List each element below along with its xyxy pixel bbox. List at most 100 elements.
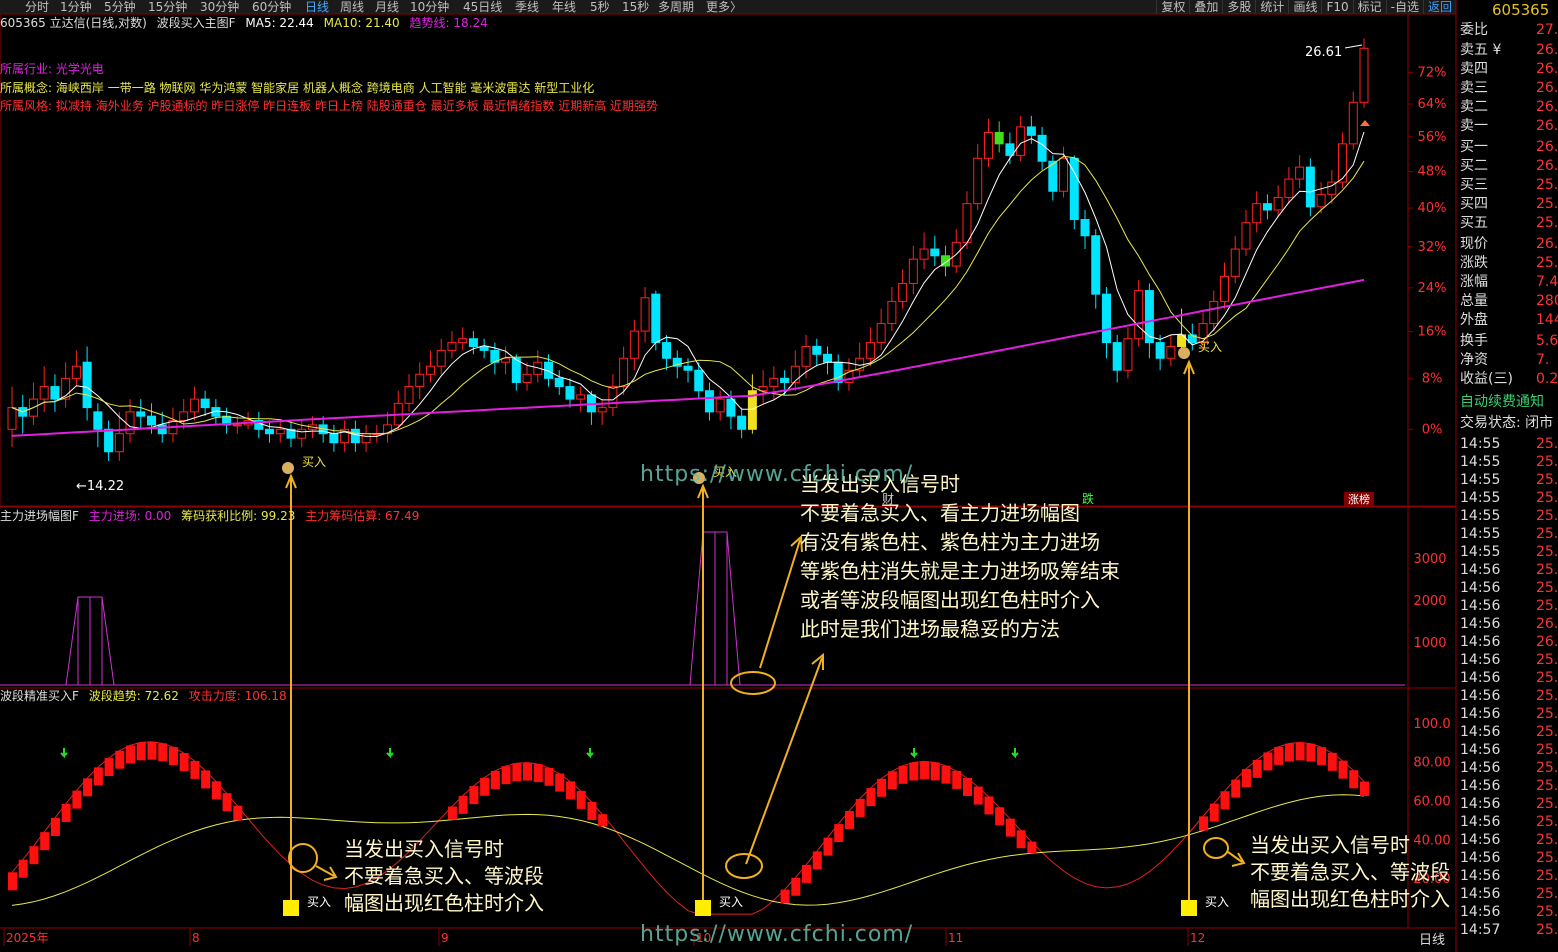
candle-body	[1080, 219, 1090, 237]
quote-value: 25.	[1536, 562, 1558, 578]
band-red-bar	[866, 788, 876, 807]
sell-arrow-icon	[1011, 748, 1019, 759]
quote-value: 1448	[1536, 312, 1558, 328]
band-red-bar	[909, 762, 919, 781]
candle-body	[522, 373, 532, 383]
vol-header: 主力进场幅图F 主力进场: 0.00 筹码获利比例: 99.23 主力筹码估算:…	[0, 509, 425, 524]
x-axis-label: 2025年	[6, 931, 49, 945]
price-axis-label: 40%	[1418, 201, 1447, 216]
band-red-bar	[126, 745, 136, 764]
band-red-bar	[855, 798, 865, 817]
quote-row: 14:56 25.	[1460, 867, 1558, 886]
candle-body	[1123, 338, 1133, 371]
quote-value: 25.	[1536, 922, 1558, 938]
quote-value: 26.	[1536, 61, 1558, 77]
buy-square-icon	[695, 900, 711, 916]
badge-zt: 涨榜	[1348, 492, 1370, 506]
band-indicator-name[interactable]: 波段精准买入F	[0, 689, 79, 703]
candle-body	[415, 373, 425, 388]
band-red-bar	[179, 753, 189, 772]
band-red-bar	[941, 765, 951, 784]
buy-coin-icon	[1178, 347, 1190, 359]
quote-value: 25.	[1536, 814, 1558, 830]
candle-body	[1359, 47, 1369, 103]
quote-row: 14:56 25.	[1460, 651, 1558, 670]
quote-row: 换手 5.60	[1460, 332, 1558, 351]
quote-key: 买三	[1460, 177, 1488, 193]
quote-key: 14:56	[1460, 670, 1501, 686]
quote-value: 25.	[1536, 436, 1558, 452]
quote-key: 涨幅	[1460, 274, 1488, 290]
candle-body	[769, 377, 779, 388]
quote-value: 25.	[1536, 706, 1558, 722]
candle-body	[1252, 203, 1262, 224]
quote-row: 14:56 25.	[1460, 687, 1558, 706]
candle-body	[1273, 196, 1283, 211]
quote-value: 26.	[1536, 616, 1558, 632]
vol-axis-label: 3000	[1413, 552, 1446, 567]
renew-notice[interactable]: 自动续费通知	[1460, 393, 1558, 412]
annotation-line: 或者等波段幅图出现红色柱时介入	[800, 588, 1100, 612]
quote-value: 25.	[1536, 850, 1558, 866]
quote-row: 14:56 25.	[1460, 903, 1558, 922]
buy-signal-label: 买入	[1198, 340, 1222, 354]
candle-body	[1348, 101, 1358, 145]
quote-row: 14:56 25.	[1460, 723, 1558, 742]
quote-key: 14:56	[1460, 598, 1501, 614]
quote-row: 总量 2808	[1460, 292, 1558, 311]
band-red-bar	[823, 837, 833, 856]
quote-key: 14:57	[1460, 922, 1501, 938]
band-red-bar	[72, 790, 82, 809]
quote-value: 25.	[1536, 544, 1558, 560]
band-red-bar	[190, 760, 200, 779]
annotation-line: 不要着急买入、等波段	[1250, 860, 1450, 884]
quote-row: 14:56 25.	[1460, 705, 1558, 724]
candle-body	[930, 248, 940, 257]
quote-row: 现价 26.	[1460, 235, 1558, 254]
candle-body	[146, 415, 156, 426]
band-axis-label: 60.00	[1413, 795, 1450, 810]
band-red-bar	[587, 801, 597, 820]
candle-body	[189, 398, 199, 413]
vol-indicator-name[interactable]: 主力进场幅图F	[0, 509, 79, 523]
quote-key: 14:56	[1460, 616, 1501, 632]
quote-value: 25.	[1536, 760, 1558, 776]
quote-value: 7.	[1536, 352, 1550, 368]
candle-body	[179, 411, 189, 422]
quote-key: 14:56	[1460, 850, 1501, 866]
quote-row: 卖五 ¥ 26.	[1460, 41, 1558, 60]
candle-body	[447, 342, 457, 351]
quote-row: 收益(三) 0.2	[1460, 370, 1558, 389]
candle-body	[1209, 300, 1219, 325]
quote-row: 买二 26.	[1460, 157, 1558, 176]
band-red-bar	[1252, 759, 1262, 778]
vol-estimate: 主力筹码估算: 67.49	[305, 509, 420, 523]
candle-body	[232, 424, 242, 427]
quote-row: 涨幅 7.48	[1460, 273, 1558, 292]
band-red-bar	[544, 767, 554, 786]
band-red-bar	[1231, 779, 1241, 798]
candle-body	[1220, 275, 1230, 302]
candle-body	[265, 428, 275, 435]
band-red-bar	[523, 762, 533, 781]
band-red-bar	[233, 805, 243, 821]
quote-key: 14:55	[1460, 544, 1501, 560]
candle-body	[833, 361, 843, 383]
industry-label: 所属行业:	[0, 62, 53, 76]
sell-arrow-icon	[60, 748, 68, 759]
annotation-right: 当发出买入信号时 不要着急买入、看主力进场幅图 有没有紫色柱、紫色柱为主力进场 等紫色…	[800, 470, 1120, 644]
indicator-name[interactable]: 波段买入主图F	[157, 16, 236, 30]
quote-key: 卖三	[1460, 80, 1488, 96]
candle-body	[597, 407, 607, 413]
buy-coin-icon	[282, 462, 294, 474]
watermark-top: https://www.cfchi.com/	[640, 462, 914, 487]
band-red-bar	[1005, 818, 1015, 837]
quote-row: 14:55 25.	[1460, 543, 1558, 562]
candle-body	[479, 345, 489, 351]
quote-value: 25.	[1536, 215, 1558, 231]
vol-ratio: 筹码获利比例: 99.23	[181, 509, 296, 523]
quote-key: 14:56	[1460, 580, 1501, 596]
band-red-bar	[898, 765, 908, 784]
band-attack-line	[11, 741, 1365, 915]
quote-row: 14:56 25.	[1460, 831, 1558, 850]
